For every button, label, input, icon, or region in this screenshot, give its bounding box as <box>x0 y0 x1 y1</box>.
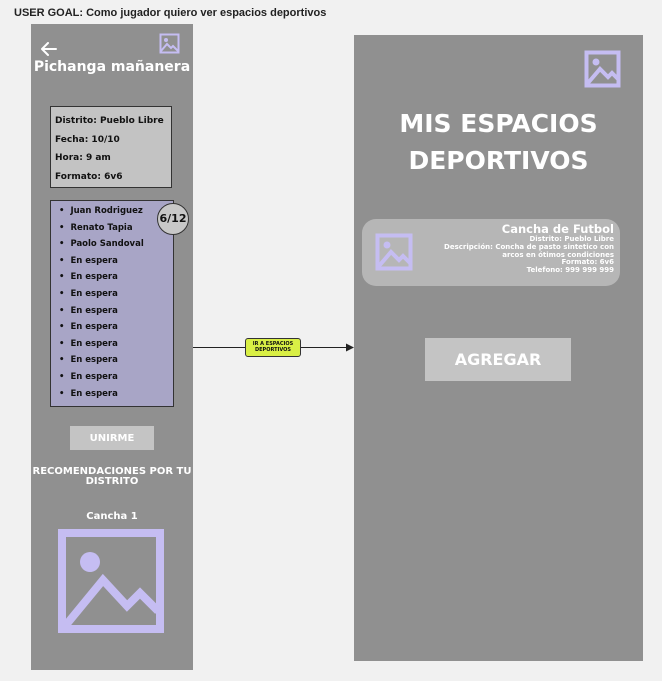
image-placeholder-icon[interactable] <box>58 529 164 633</box>
arrow-left-icon[interactable] <box>41 42 57 59</box>
match-format: Formato: 6v6 <box>55 171 123 182</box>
list-item: En espera <box>59 319 173 336</box>
player-count-badge: 6/12 <box>157 203 189 235</box>
card-phone: Telefono: 999 999 999 <box>526 266 614 275</box>
join-button[interactable]: UNIRME <box>70 426 154 450</box>
list-item: Juan Rodriguez <box>59 203 173 220</box>
list-item: En espera <box>59 352 173 369</box>
match-district: Distrito: Pueblo Libre <box>55 116 164 126</box>
image-placeholder-icon <box>584 50 621 88</box>
list-item: En espera <box>59 286 173 303</box>
list-item: En espera <box>59 336 173 353</box>
add-button[interactable]: AGREGAR <box>425 338 571 381</box>
sports-space-card[interactable]: Cancha de Futbol Distrito: Pueblo Libre … <box>362 219 620 286</box>
connector-label: IR A ESPACIOS DEPORTIVOS <box>245 338 301 357</box>
match-date: Fecha: 10/10 <box>55 134 120 145</box>
list-item: En espera <box>59 269 173 286</box>
list-item: Paolo Sandoval <box>59 236 173 253</box>
match-info-box: Distrito: Pueblo Libre Fecha: 10/10 Hora… <box>50 106 172 188</box>
card-details: Cancha de Futbol Distrito: Pueblo Libre … <box>424 223 614 275</box>
list-item: En espera <box>59 253 173 270</box>
list-item: En espera <box>59 369 173 386</box>
list-item: Renato Tapia <box>59 220 173 237</box>
match-detail-screen: Pichanga mañanera Distrito: Pueblo Libre… <box>31 24 193 670</box>
recommendations-title: RECOMENDACIONES POR TU DISTRITO <box>32 466 192 487</box>
page-title: MIS ESPACIOS DEPORTIVOS <box>399 109 598 175</box>
recommended-item-label: Cancha 1 <box>86 511 138 522</box>
list-item: En espera <box>59 386 173 403</box>
user-goal: USER GOAL: Como jugador quiero ver espac… <box>14 7 327 19</box>
match-time: Hora: 9 am <box>55 153 111 163</box>
match-title: Pichanga mañanera <box>33 59 191 75</box>
image-placeholder-icon <box>375 233 413 271</box>
sports-spaces-screen: MIS ESPACIOS DEPORTIVOS Cancha de Futbol… <box>354 35 643 661</box>
image-placeholder-icon <box>159 33 180 54</box>
card-description: Descripción: Concha de pasto sintetico c… <box>444 242 614 259</box>
list-item: En espera <box>59 303 173 320</box>
player-list: Juan Rodriguez Renato Tapia Paolo Sandov… <box>50 200 174 407</box>
